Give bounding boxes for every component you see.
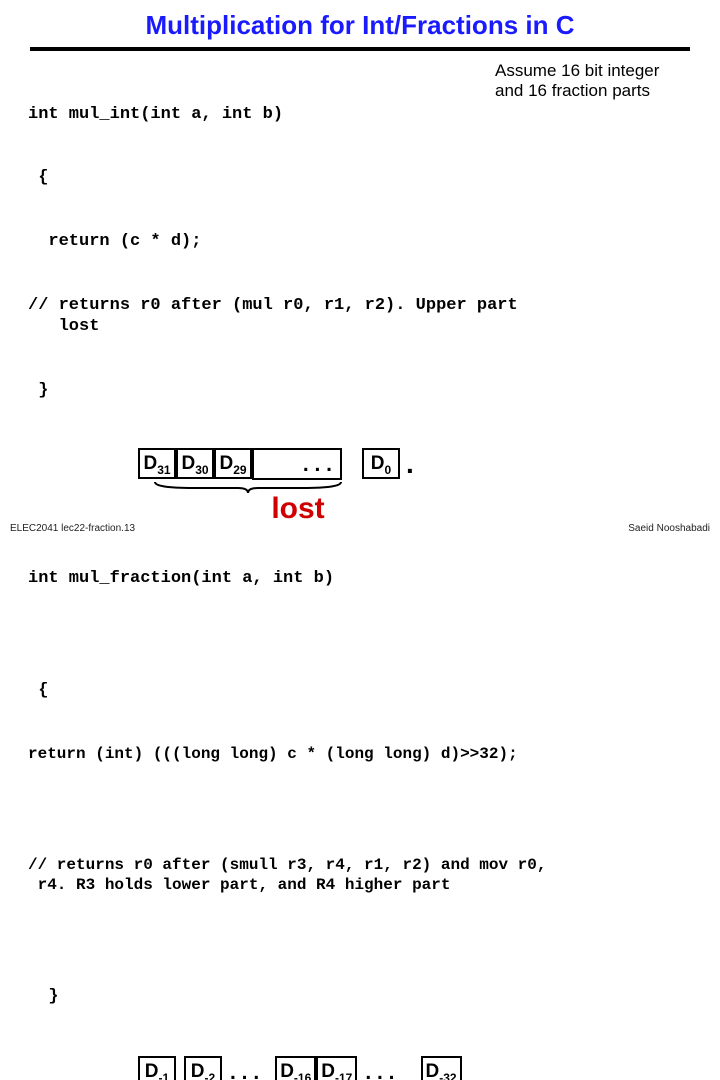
dots-1: . . . (222, 1058, 267, 1080)
bit-cell-dots: . . . (252, 448, 342, 480)
bit-cell-d0: D0 (362, 448, 400, 480)
bit-diagram-int: D31 D30 D29 . . . D0 . (138, 448, 692, 480)
bit-cell-dm32: D-32 (421, 1056, 462, 1080)
brace-close-2: } (28, 986, 692, 1007)
bit-cell-d29: D29 (214, 448, 252, 480)
radix-point: . (406, 448, 414, 480)
bit-cell-d31: D31 (138, 448, 176, 480)
radix-point-2: . (128, 1066, 138, 1080)
bit-cell-dm1: D-1 (138, 1056, 176, 1080)
dots-2: . . . (357, 1058, 402, 1080)
brace-close: } (28, 380, 692, 401)
bit-cell-dm2: D-2 (184, 1056, 222, 1080)
brace-icon (153, 480, 343, 494)
return-line: return (c * d); (28, 231, 692, 252)
comment-line-2: // returns r0 after (smull r3, r4, r1, r… (28, 855, 692, 895)
brace-open-2: { (28, 680, 692, 701)
assumption-note: Assume 16 bit integer and 16 fraction pa… (495, 61, 690, 102)
slide-title: Multiplication for Int/Fractions in C (0, 0, 720, 47)
code-mul-int: int mul_int(int a, int b) { return (c * … (28, 61, 692, 444)
bit-cell-d30: D30 (176, 448, 214, 480)
footer-right: Saeid Nooshabadi (628, 523, 710, 534)
footer-left: ELEC2041 lec22-fraction.13 (10, 523, 135, 534)
title-underline (30, 47, 690, 51)
comment-line: // returns r0 after (mul r0, r1, r2). Up… (28, 295, 692, 338)
code-mul-fraction: int mul_fraction(int a, int b) { return … (28, 526, 692, 1050)
content-area: Assume 16 bit integer and 16 fraction pa… (0, 61, 720, 1080)
sig-line-2: int mul_fraction(int a, int b) (28, 568, 692, 589)
bit-diagram-fraction: D-1 D-2 . . . D-16 D-17 . . . D-32 (138, 1056, 692, 1080)
lost-label-1: lost (238, 492, 358, 526)
sig-line: int mul_int(int a, int b) (28, 104, 692, 125)
bit-cell-dm16: D-16 (275, 1056, 316, 1080)
bit-cell-dm17: D-17 (316, 1056, 357, 1080)
brace-open: { (28, 167, 692, 188)
return-line-2: return (int) (((long long) c * (long lon… (28, 744, 692, 764)
